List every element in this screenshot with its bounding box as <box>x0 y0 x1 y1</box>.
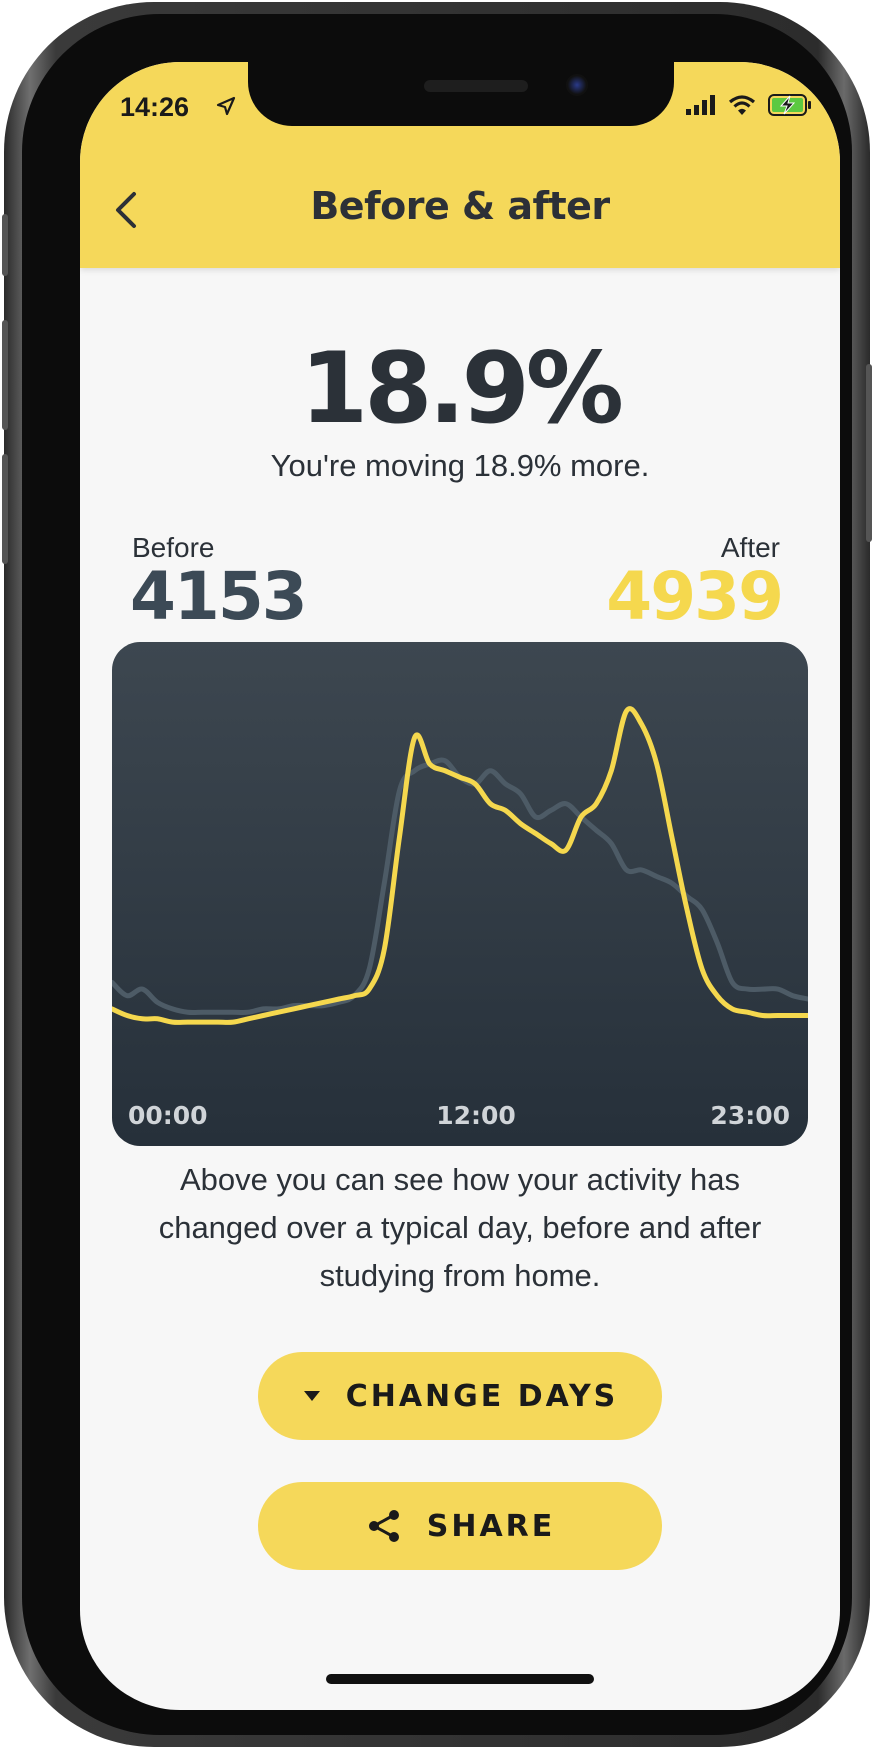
volume-down-button <box>2 454 8 564</box>
percent-subtitle: You're moving 18.9% more. <box>270 448 650 483</box>
signal-icon <box>686 95 715 115</box>
chart-description: Above you can see how your activity has … <box>158 1162 762 1293</box>
before-value: 4153 <box>130 558 308 635</box>
x-tick-label: 00:00 <box>128 1101 208 1130</box>
phone-frame: 14:26 Before & after 18.9% You're moving… <box>2 2 872 1747</box>
after-series-line <box>112 706 808 1025</box>
x-tick-label: 23:00 <box>710 1101 790 1130</box>
location-icon <box>216 96 236 120</box>
after-value: 4939 <box>606 558 784 635</box>
mute-switch <box>2 214 8 276</box>
caret-down-icon <box>303 1391 320 1401</box>
screen: 14:26 Before & after 18.9% You're moving… <box>80 62 840 1710</box>
notch <box>248 62 674 126</box>
app-header: 14:26 Before & after <box>80 62 840 268</box>
status-time: 14:26 <box>120 92 190 122</box>
activity-chart-svg: 00:00 12:00 23:00 <box>112 706 808 1130</box>
change-days-label: CHANGE DAYS <box>345 1378 619 1414</box>
activity-chart: 00:00 12:00 23:00 <box>112 642 808 1146</box>
wifi-icon <box>728 95 756 115</box>
home-indicator <box>326 1674 594 1684</box>
bezel: 14:26 Before & after 18.9% You're moving… <box>22 14 852 1735</box>
speaker <box>424 80 528 92</box>
volume-up-button <box>2 320 8 430</box>
battery-charging-icon <box>768 94 811 116</box>
status-icons <box>686 94 812 116</box>
share-icon <box>368 1510 399 1542</box>
share-button[interactable]: SHARE <box>258 1482 662 1570</box>
power-button <box>866 364 872 542</box>
page-title: Before & after <box>310 184 610 228</box>
x-tick-label: 12:00 <box>436 1101 516 1130</box>
camera <box>566 74 588 96</box>
share-label: SHARE <box>426 1508 556 1544</box>
percent-change: 18.9% <box>300 332 624 446</box>
change-days-button[interactable]: CHANGE DAYS <box>258 1352 662 1440</box>
